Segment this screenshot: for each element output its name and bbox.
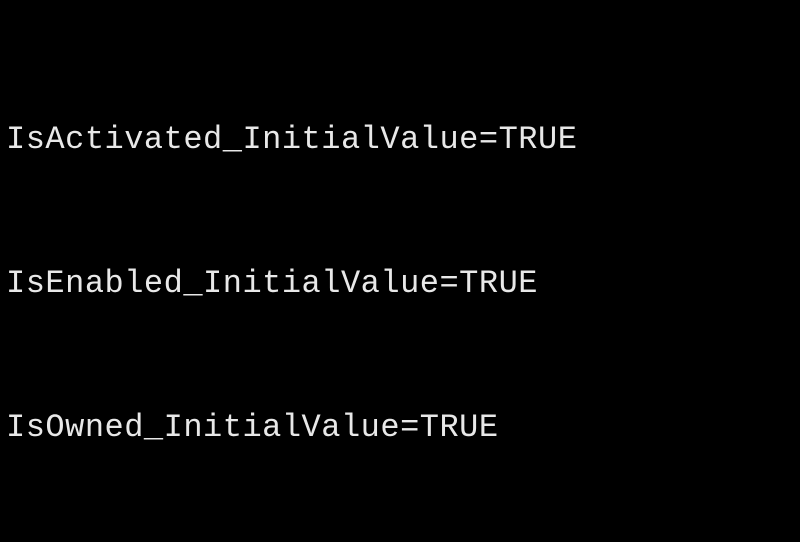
key-label: IsOwned_InitialValue	[6, 409, 400, 446]
equals-sign: =	[400, 409, 420, 446]
terminal-output: IsActivated_InitialValue=TRUE IsEnabled_…	[0, 0, 800, 542]
value-text: TRUE	[499, 121, 578, 158]
key-label: IsActivated_InitialValue	[6, 121, 479, 158]
output-line: IsActivated_InitialValue=TRUE	[6, 116, 794, 164]
output-line: IsEnabled_InitialValue=TRUE	[6, 260, 794, 308]
equals-sign: =	[479, 121, 499, 158]
equals-sign: =	[439, 265, 459, 302]
output-line: IsOwned_InitialValue=TRUE	[6, 404, 794, 452]
value-text: TRUE	[459, 265, 538, 302]
value-text: TRUE	[420, 409, 499, 446]
key-label: IsEnabled_InitialValue	[6, 265, 439, 302]
